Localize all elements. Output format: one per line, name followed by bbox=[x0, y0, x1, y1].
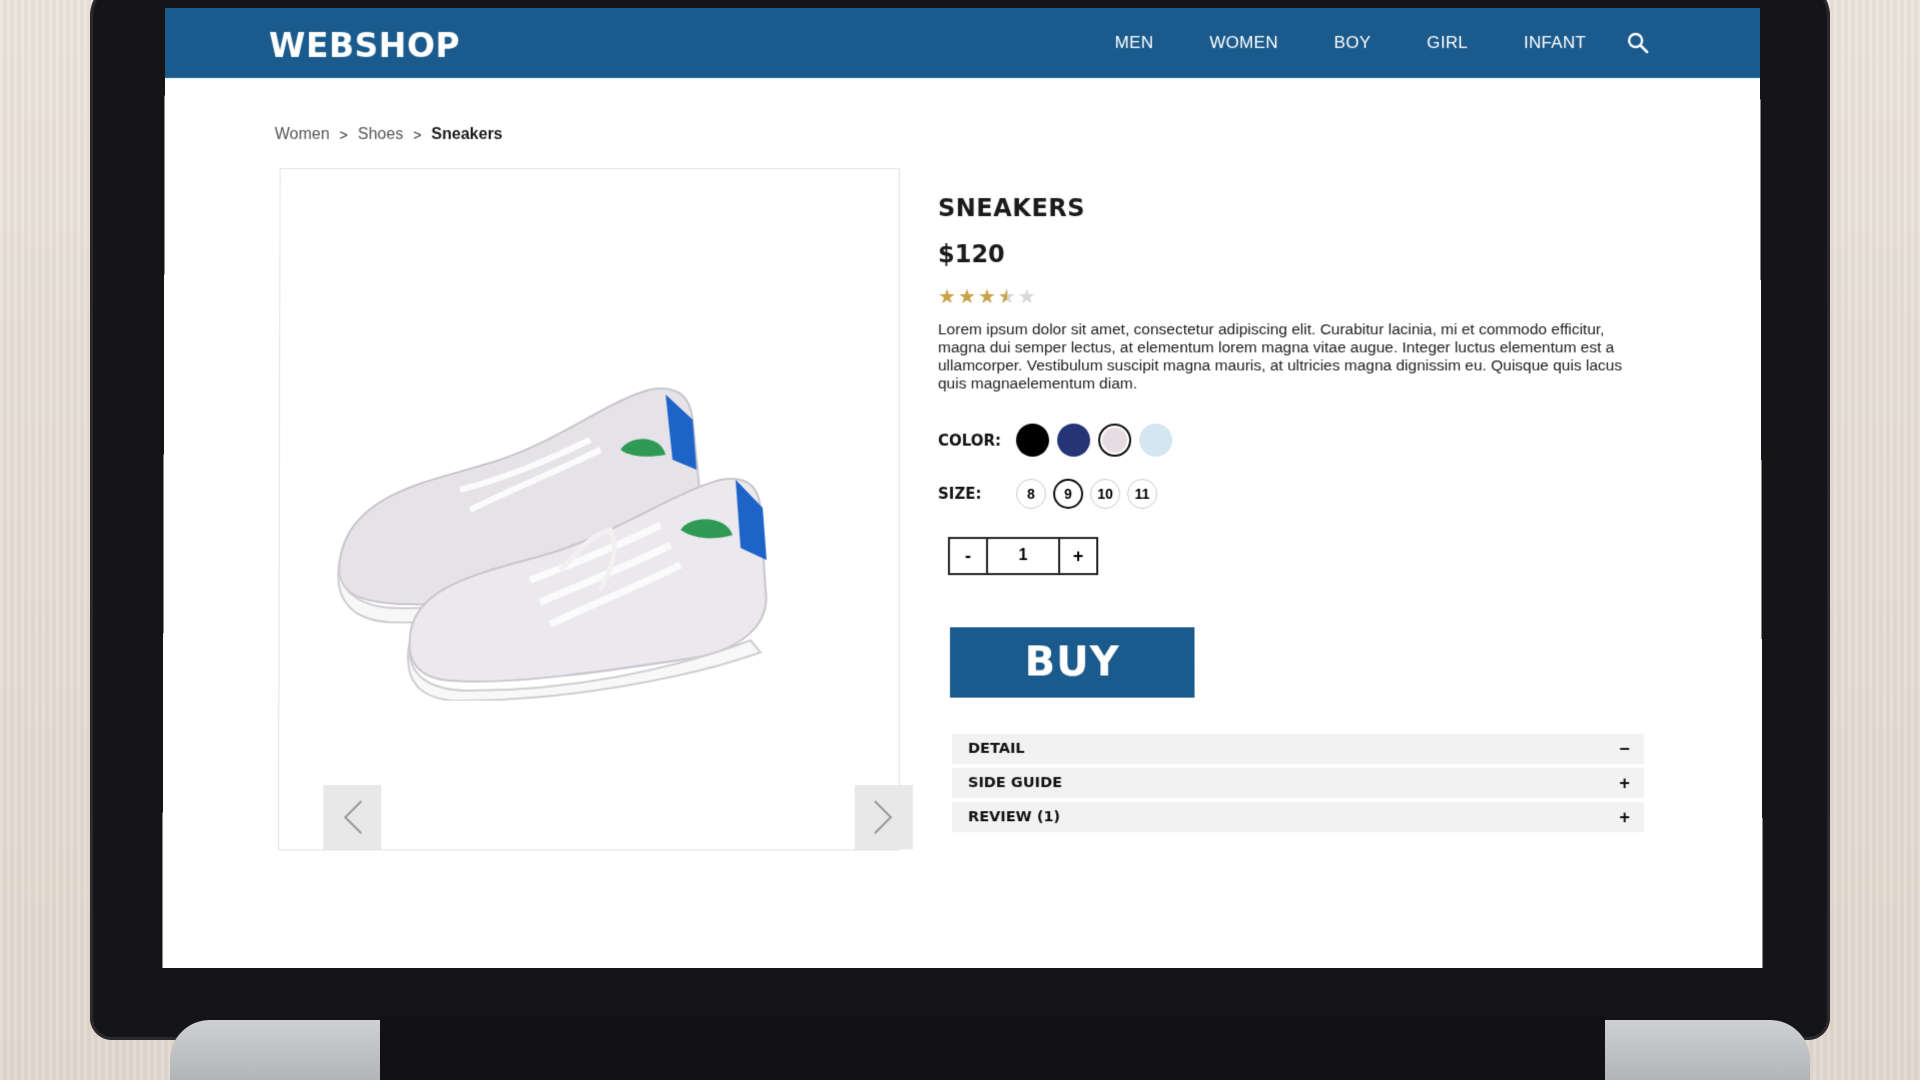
accordion-label: SIDE GUIDE bbox=[968, 775, 1062, 791]
nav-item-girl[interactable]: GIRL bbox=[1427, 33, 1468, 53]
expand-icon: + bbox=[1619, 772, 1630, 793]
size-option-9[interactable]: 9 bbox=[1053, 479, 1083, 509]
nav-item-women[interactable]: WOMEN bbox=[1210, 33, 1279, 53]
breadcrumb-separator: > bbox=[340, 127, 348, 143]
chevron-right-icon bbox=[871, 797, 897, 837]
accordion-side-guide[interactable]: SIDE GUIDE + bbox=[952, 768, 1644, 798]
laptop-hinge bbox=[380, 1015, 1605, 1080]
size-option-11[interactable]: 11 bbox=[1127, 479, 1157, 509]
nav-item-boy[interactable]: BOY bbox=[1334, 33, 1371, 53]
main-nav: MEN WOMEN BOY GIRL INFANT bbox=[1059, 8, 1650, 78]
quantity-decrease-button[interactable]: - bbox=[950, 539, 986, 573]
color-swatch-light-grey[interactable] bbox=[1098, 424, 1131, 457]
breadcrumb-women[interactable]: Women bbox=[275, 126, 330, 144]
color-swatch-black[interactable] bbox=[1016, 424, 1049, 457]
product-info: SNEAKERS $120 ★ ★ ★ ★ ★ Lorem ipsum dolo… bbox=[938, 194, 1660, 836]
product-title: SNEAKERS bbox=[938, 194, 1659, 222]
nav-item-infant[interactable]: INFANT bbox=[1524, 33, 1586, 53]
chevron-left-icon bbox=[339, 797, 365, 837]
star-icon: ★ bbox=[978, 284, 996, 309]
size-selector: SIZE: 8 9 10 11 bbox=[938, 479, 1659, 509]
site-logo[interactable]: WEBSHOP bbox=[269, 26, 460, 65]
breadcrumb-separator: > bbox=[413, 127, 421, 143]
gallery-prev-button[interactable] bbox=[323, 785, 381, 849]
accordion-review[interactable]: REVIEW (1) + bbox=[952, 802, 1644, 832]
accordion-label: DETAIL bbox=[968, 741, 1025, 757]
color-selector: COLOR: bbox=[938, 424, 1659, 457]
color-swatch-navy[interactable] bbox=[1057, 424, 1090, 457]
accordion-detail[interactable]: DETAIL − bbox=[952, 734, 1644, 764]
color-swatch-light-blue[interactable] bbox=[1139, 424, 1172, 457]
quantity-input[interactable] bbox=[986, 539, 1060, 573]
accordion-label: REVIEW (1) bbox=[968, 809, 1060, 825]
expand-icon: + bbox=[1619, 807, 1630, 828]
product-accordion: DETAIL − SIDE GUIDE + REVIEW (1) + bbox=[952, 734, 1644, 833]
color-label: COLOR: bbox=[938, 431, 1016, 449]
product-description: Lorem ipsum dolor sit amet, consectetur … bbox=[938, 321, 1654, 393]
size-option-8[interactable]: 8 bbox=[1016, 479, 1046, 509]
buy-button[interactable]: BUY bbox=[950, 627, 1195, 697]
collapse-icon: − bbox=[1619, 738, 1630, 759]
star-half-icon: ★ bbox=[998, 284, 1016, 309]
size-option-10[interactable]: 10 bbox=[1090, 479, 1120, 509]
nav-item-men[interactable]: MEN bbox=[1115, 33, 1154, 53]
star-icon: ★ bbox=[958, 284, 976, 309]
browser-viewport: WEBSHOP MEN WOMEN BOY GIRL INFANT Women … bbox=[162, 8, 1762, 968]
product-price: $120 bbox=[938, 240, 1659, 268]
star-icon: ★ bbox=[938, 284, 956, 309]
product-gallery bbox=[278, 168, 900, 850]
breadcrumb-sneakers: Sneakers bbox=[431, 126, 502, 144]
breadcrumb: Women > Shoes > Sneakers bbox=[275, 126, 503, 144]
star-empty-icon: ★ bbox=[1018, 284, 1036, 309]
breadcrumb-shoes[interactable]: Shoes bbox=[358, 126, 403, 144]
quantity-stepper: - + bbox=[948, 537, 1098, 575]
product-rating: ★ ★ ★ ★ ★ bbox=[938, 284, 1659, 309]
site-header: WEBSHOP MEN WOMEN BOY GIRL INFANT bbox=[165, 8, 1760, 78]
quantity-increase-button[interactable]: + bbox=[1060, 539, 1096, 573]
gallery-next-button[interactable] bbox=[855, 785, 913, 849]
search-icon[interactable] bbox=[1626, 31, 1650, 55]
size-label: SIZE: bbox=[938, 485, 1016, 503]
product-image bbox=[319, 339, 860, 700]
